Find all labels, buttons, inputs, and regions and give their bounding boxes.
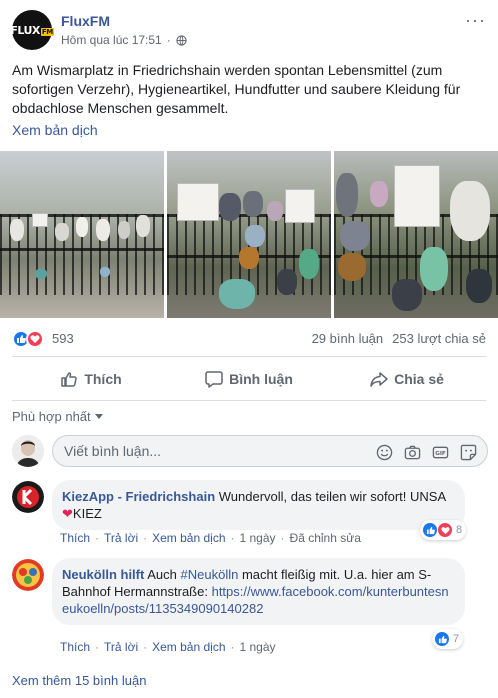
comment-edited[interactable]: Đã chỉnh sửa — [290, 531, 361, 545]
like-button[interactable]: Thích — [12, 362, 170, 396]
heart-emoji-icon: ❤ — [62, 506, 73, 521]
post-stats: 29 bình luận 253 lượt chia sẻ — [312, 331, 486, 346]
see-more-comments-link[interactable]: Xem thêm 15 bình luận — [12, 673, 146, 688]
comment-sort-dropdown[interactable]: Phù hợp nhất — [12, 409, 103, 424]
thumbs-up-icon — [61, 372, 78, 387]
post-meta: Hôm qua lúc 17:51 · — [61, 33, 187, 47]
divider — [12, 356, 486, 357]
translate-link[interactable]: Xem bản dịch — [12, 122, 98, 138]
user-photo — [12, 435, 44, 467]
comment-bubble: Neukölln hilft Auch #Neukölln macht flei… — [52, 558, 465, 625]
like-reaction-icon — [422, 522, 438, 538]
comment-reply-link[interactable]: Trả lời — [104, 531, 138, 545]
sort-label: Phù hợp nhất — [12, 409, 91, 424]
comment-avatar[interactable] — [12, 559, 44, 591]
gif-icon[interactable]: GIF — [431, 443, 449, 461]
comment-text: Wundervoll, das teilen wir sofort! UNSA — [218, 489, 447, 504]
camera-icon[interactable] — [403, 443, 421, 461]
comment-translate-link[interactable]: Xem bản dịch — [152, 640, 225, 654]
post-timestamp[interactable]: Hôm qua lúc 17:51 — [61, 33, 162, 47]
comment-like-link[interactable]: Thích — [60, 640, 90, 654]
share-count[interactable]: 253 lượt chia sẻ — [392, 331, 486, 346]
photo-3[interactable] — [334, 151, 498, 318]
more-options-icon[interactable]: ··· — [465, 10, 486, 31]
comment-input-tools: GIF — [375, 443, 477, 461]
comment-author[interactable]: KiezApp - Friedrichshain — [62, 489, 215, 504]
comment-actions: Thích · Trả lời · Xem bản dịch · 1 ngày — [60, 640, 276, 654]
comment-text: Auch — [147, 567, 177, 582]
comment-icon — [205, 371, 223, 388]
share-icon — [370, 372, 388, 387]
comment-reactions[interactable]: 8 — [420, 520, 467, 540]
page-logo: FLUX FM — [10, 23, 54, 37]
action-bar: Thích Bình luận Chia sẻ — [12, 362, 486, 396]
sign — [394, 165, 440, 227]
sign — [32, 213, 48, 227]
comment-input-box[interactable]: GIF — [52, 435, 488, 467]
page-name-link[interactable]: FluxFM — [61, 13, 110, 29]
sign — [177, 183, 219, 221]
sticker-icon[interactable] — [459, 443, 477, 461]
divider — [12, 400, 486, 401]
dot-separator: · — [166, 33, 171, 47]
svg-text:GIF: GIF — [435, 450, 446, 456]
like-reaction-icon — [434, 631, 450, 647]
share-button[interactable]: Chia sẻ — [328, 362, 486, 396]
page-avatar[interactable]: FLUX FM — [10, 10, 54, 50]
globe-icon — [176, 34, 187, 46]
sign — [285, 189, 315, 223]
photo-grid — [0, 151, 498, 318]
comment-reply-link[interactable]: Trả lời — [104, 640, 138, 654]
kiezapp-logo — [12, 481, 44, 513]
comment-translate-link[interactable]: Xem bản dịch — [152, 531, 225, 545]
emoji-icon[interactable] — [375, 443, 393, 461]
share-label: Chia sẻ — [394, 371, 444, 387]
comment-author[interactable]: Neukölln hilft — [62, 567, 144, 582]
like-label: Thích — [84, 371, 122, 387]
comment-reactions[interactable]: 7 — [432, 629, 464, 649]
comment-input[interactable] — [64, 443, 364, 459]
comment-time[interactable]: 1 ngày — [240, 640, 276, 654]
comment-bubble: KiezApp - Friedrichshain Wundervoll, das… — [52, 480, 465, 530]
hashtag-link[interactable]: #Neukölln — [181, 567, 239, 582]
love-reaction-icon — [26, 330, 44, 348]
comment-reaction-count: 8 — [456, 524, 463, 536]
comment-actions: Thích · Trả lời · Xem bản dịch · 1 ngày · Đã… — [60, 531, 361, 545]
comment-time[interactable]: 1 ngày — [240, 531, 276, 545]
comment-text-2: KIEZ — [72, 506, 102, 521]
reaction-icons[interactable] — [12, 330, 44, 348]
photo-1[interactable] — [0, 151, 164, 318]
comment-reaction-count: 7 — [453, 633, 460, 645]
post-text: Am Wismarplatz in Friedrichshain werden … — [12, 62, 461, 116]
chevron-down-icon — [94, 414, 103, 419]
current-user-avatar[interactable] — [12, 435, 44, 467]
comment-button[interactable]: Bình luận — [170, 362, 328, 396]
comment-label: Bình luận — [229, 371, 293, 387]
reaction-count[interactable]: 593 — [52, 331, 74, 346]
facebook-post: FLUX FM FluxFM Hôm qua lúc 17:51 · ··· Am… — [0, 0, 498, 698]
comment-avatar[interactable] — [12, 481, 44, 513]
love-reaction-icon — [437, 522, 453, 538]
comment-like-link[interactable]: Thích — [60, 531, 90, 545]
comment-count[interactable]: 29 bình luận — [312, 331, 384, 346]
photo-2[interactable] — [167, 151, 331, 318]
neukoelln-hilft-logo — [12, 559, 44, 591]
